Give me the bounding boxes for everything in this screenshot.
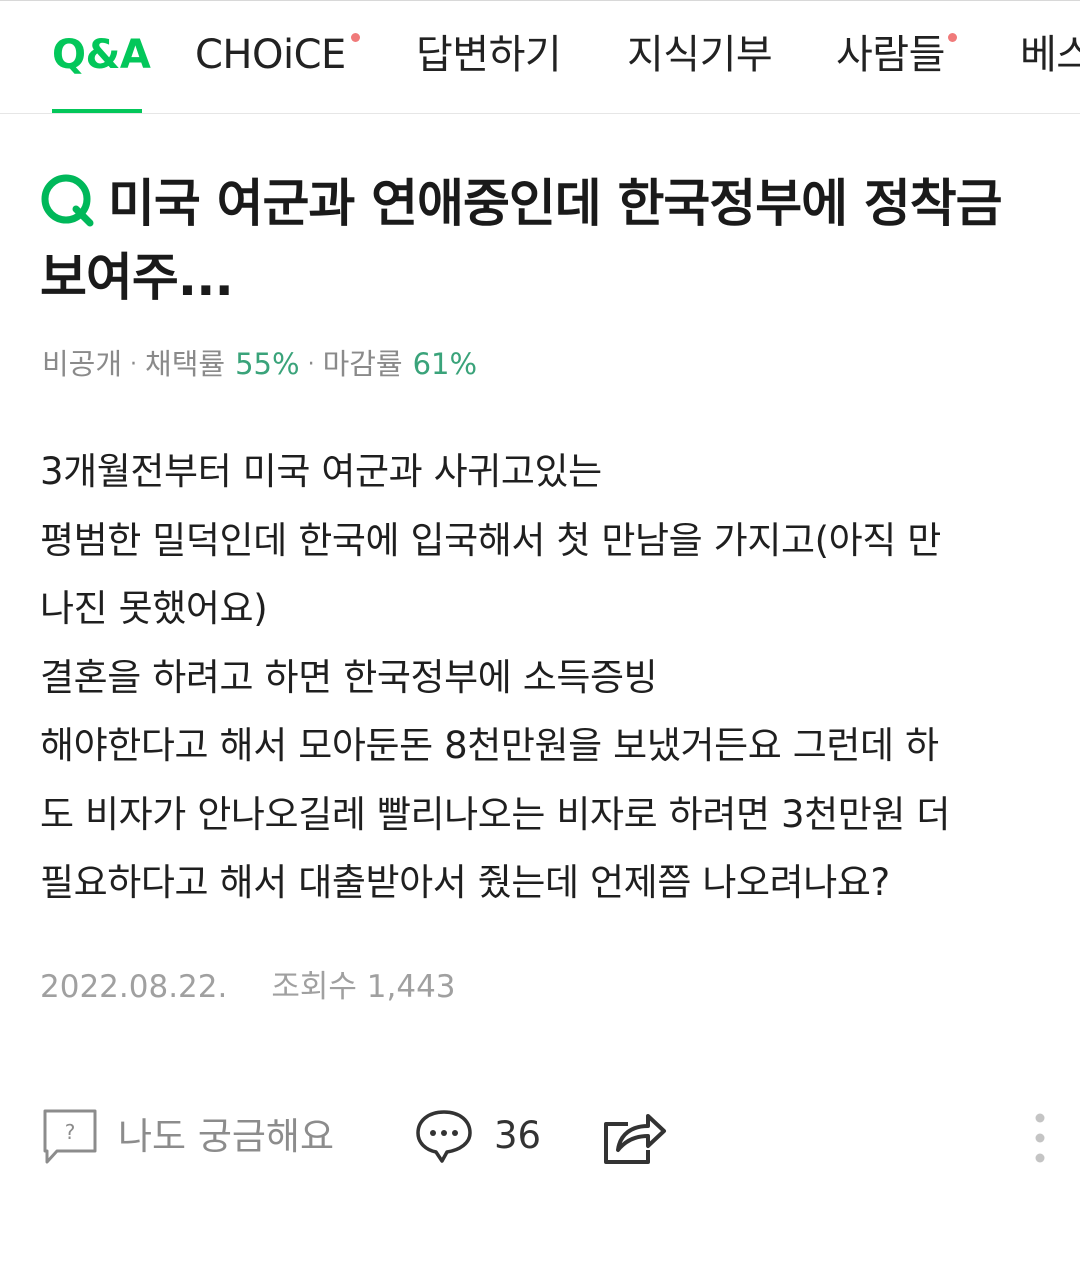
body-line: 필요하다고 해서 대출받아서 줬는데 언제쯤 나오려나요? xyxy=(40,861,890,904)
tab-qna-label: Q&A xyxy=(52,32,151,78)
tab-best-label: 베스 xyxy=(1020,32,1080,78)
close-rate-value: 61% xyxy=(412,347,478,381)
speech-bubble-icon xyxy=(416,1110,472,1163)
tab-knowledge-donation-label: 지식기부 xyxy=(627,32,773,78)
tab-choice-label: CHOiCE xyxy=(195,32,346,78)
body-line: 해야한다고 해서 모아둔돈 8천만원을 보냈거든요 그런데 하 xyxy=(40,724,939,767)
close-rate-label: 마감률 xyxy=(322,347,403,381)
privacy-label: 비공개 xyxy=(42,347,123,381)
tab-best[interactable]: 베스 xyxy=(1020,29,1080,113)
post-date: 2022.08.22. xyxy=(40,969,228,1005)
question-title: 미국 여군과 연애중인데 한국정부에 정착금 보여주... xyxy=(40,168,1040,316)
tab-choice[interactable]: CHOiCE xyxy=(195,29,360,113)
tab-qna[interactable]: Q&A xyxy=(52,29,151,113)
body-line: 나진 못했어요) xyxy=(40,587,268,630)
question-bubble-icon: ? xyxy=(43,1109,97,1164)
tab-answer-label: 답변하기 xyxy=(416,32,562,78)
me-too-curious-button[interactable]: ? 나도 궁금해요 xyxy=(42,1108,334,1166)
share-icon xyxy=(604,1114,666,1164)
tab-answer[interactable]: 답변하기 xyxy=(416,29,562,113)
tab-people[interactable]: 사람들 xyxy=(836,29,957,113)
meta-separator: · xyxy=(307,352,315,377)
question-title-text: 미국 여군과 연애중인데 한국정부에 정착금 보여주... xyxy=(40,175,1003,308)
body-line: 3개월전부터 미국 여군과 사귀고있는 xyxy=(40,450,602,493)
question-q-icon xyxy=(41,174,94,227)
question-meta: 비공개 · 채택률 55% · 마감률 61% xyxy=(42,342,477,386)
more-vertical-icon xyxy=(1035,1113,1045,1163)
question-action-bar: ? 나도 궁금해요 36 xyxy=(0,1100,1080,1180)
body-line: 평범한 밀덕인데 한국에 입국해서 첫 만남을 가지고(아직 만 xyxy=(40,518,941,562)
body-line: 도 비자가 안나오길레 빨리나오는 비자로 하려면 3천만원 더 xyxy=(40,792,951,836)
more-options-button[interactable] xyxy=(1030,1110,1050,1170)
adopt-rate-label: 채택률 xyxy=(145,347,226,381)
question-date-views: 2022.08.22. 조회수 1,443 xyxy=(40,962,456,1012)
views-count: 1,443 xyxy=(366,969,456,1005)
new-notification-dot xyxy=(350,33,360,42)
adopt-rate-value: 55% xyxy=(235,347,300,381)
body-line: 결혼을 하려고 하면 한국정부에 소득증빙 xyxy=(40,655,658,699)
tab-knowledge-donation[interactable]: 지식기부 xyxy=(627,29,773,113)
tab-people-label: 사람들 xyxy=(836,32,945,78)
comment-count: 36 xyxy=(494,1114,542,1157)
meta-separator: · xyxy=(130,352,138,377)
svg-text:?: ? xyxy=(65,1120,76,1144)
comment-button[interactable]: 36 xyxy=(414,1108,541,1164)
share-button[interactable] xyxy=(600,1106,668,1166)
me-too-curious-label: 나도 궁금해요 xyxy=(118,1115,335,1158)
question-body: 3개월전부터 미국 여군과 사귀고있는 평범한 밀덕인데 한국에 입국해서 첫 … xyxy=(40,438,1050,918)
views-label: 조회수 xyxy=(271,969,357,1005)
new-notification-dot xyxy=(947,33,957,42)
category-tab-bar: Q&A CHOiCE 답변하기 지식기부 사람들 베스 xyxy=(0,0,1080,114)
